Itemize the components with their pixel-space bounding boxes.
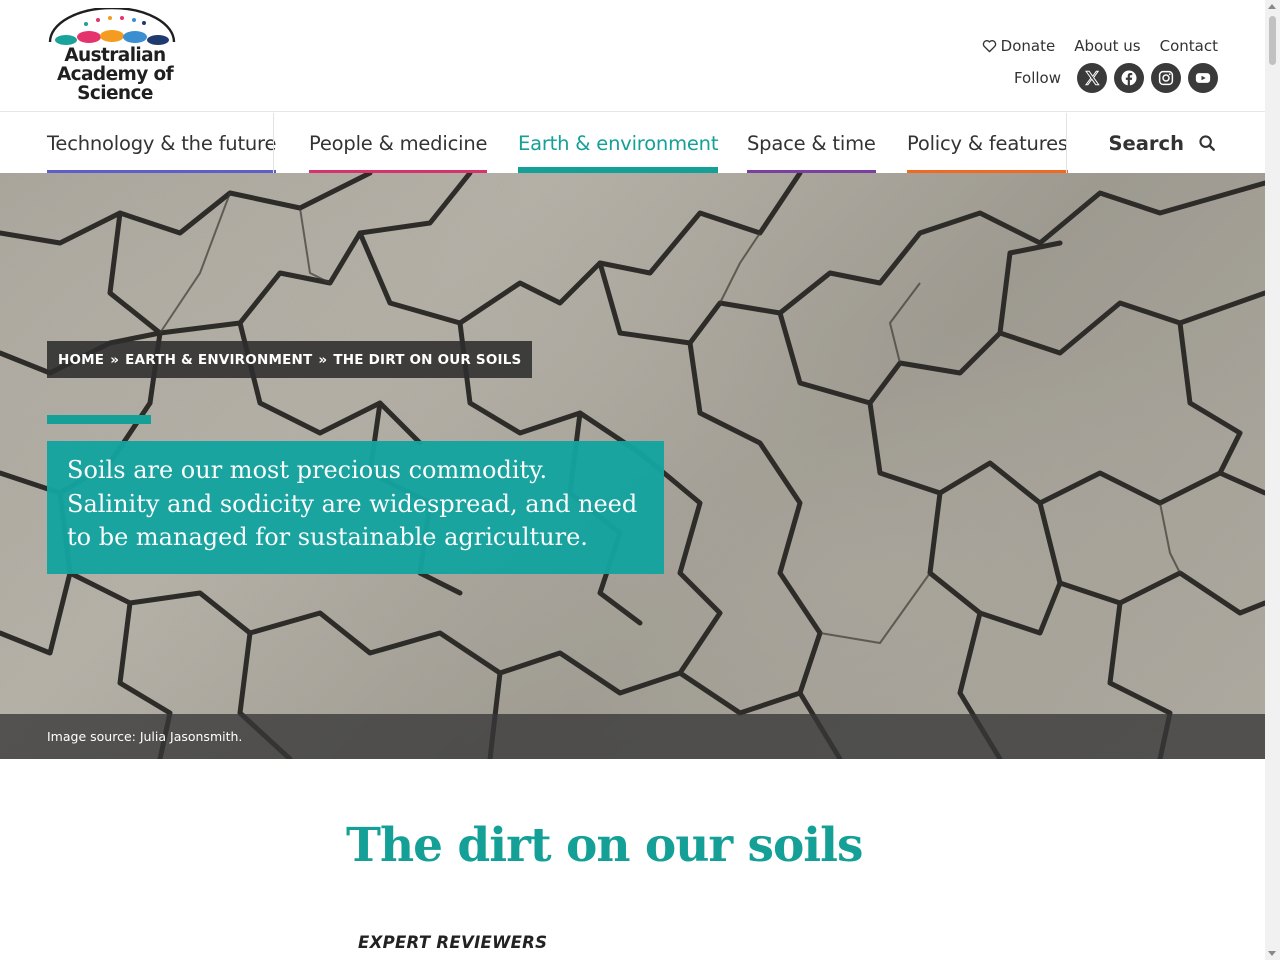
follow-label: Follow [1013,69,1061,87]
hero-banner: HOME » EARTH & ENVIRONMENT » THE DIRT ON… [0,173,1265,759]
nav-earth[interactable]: Earth & environment [518,113,718,173]
social-follow: Follow [1014,63,1218,93]
nav-space[interactable]: Space & time [747,113,876,173]
breadcrumb: HOME » EARTH & ENVIRONMENT » THE DIRT ON… [47,341,533,378]
breadcrumb-separator: » [110,351,120,368]
nav-label: Space & time [747,131,876,155]
facebook-icon[interactable] [1114,63,1144,93]
nav-label: Technology & the future [47,131,277,155]
instagram-icon[interactable] [1151,63,1181,93]
youtube-icon[interactable] [1188,63,1218,93]
nav-divider [273,113,274,173]
search-label: Search [1108,131,1185,155]
heart-icon [982,40,996,53]
page-title: The dirt on our soils [346,818,863,873]
breadcrumb-section[interactable]: EARTH & ENVIRONMENT [125,352,312,368]
breadcrumb-home[interactable]: HOME [58,352,104,368]
nav-policy[interactable]: Policy & features [907,113,1068,173]
breadcrumb-separator: » [318,351,328,368]
nav-label: People & medicine [309,131,488,155]
logo-text: Australian Academy of Science [56,45,174,104]
search-icon [1199,135,1215,151]
site-header: Australian Academy of Science Donate Abo… [0,0,1265,112]
scroll-down-icon[interactable] [1268,951,1276,956]
page-scrollbar[interactable] [1265,0,1280,960]
donate-link[interactable]: Donate [982,37,1056,55]
x-icon[interactable] [1077,63,1107,93]
scroll-up-icon[interactable] [1268,4,1276,9]
contact-link[interactable]: Contact [1160,37,1218,55]
utility-links: Donate About us Contact [982,37,1218,55]
nav-divider [1066,113,1067,173]
nav-technology[interactable]: Technology & the future [47,113,276,173]
caption-text: Image source: Julia Jasonsmith. [47,729,243,744]
breadcrumb-current: THE DIRT ON OUR SOILS [333,351,522,368]
donate-label: Donate [1000,37,1056,55]
main-navigation: Technology & the future People & medicin… [0,113,1265,173]
accent-line [47,415,151,424]
scroll-thumb[interactable] [1269,16,1276,65]
nav-people[interactable]: People & medicine [309,113,487,173]
expert-reviewers-heading: EXPERT REVIEWERS [358,933,548,952]
image-caption: Image source: Julia Jasonsmith. [0,714,1265,759]
about-link[interactable]: About us [1074,37,1140,55]
hero-callout: Soils are our most precious commodity. S… [47,441,664,574]
nav-label: Earth & environment [518,131,719,155]
logo-arc-icon [48,6,176,45]
academy-logo[interactable]: Australian Academy of Science [46,6,178,106]
nav-label: Policy & features [907,131,1068,155]
search-button[interactable]: Search [1109,113,1217,173]
